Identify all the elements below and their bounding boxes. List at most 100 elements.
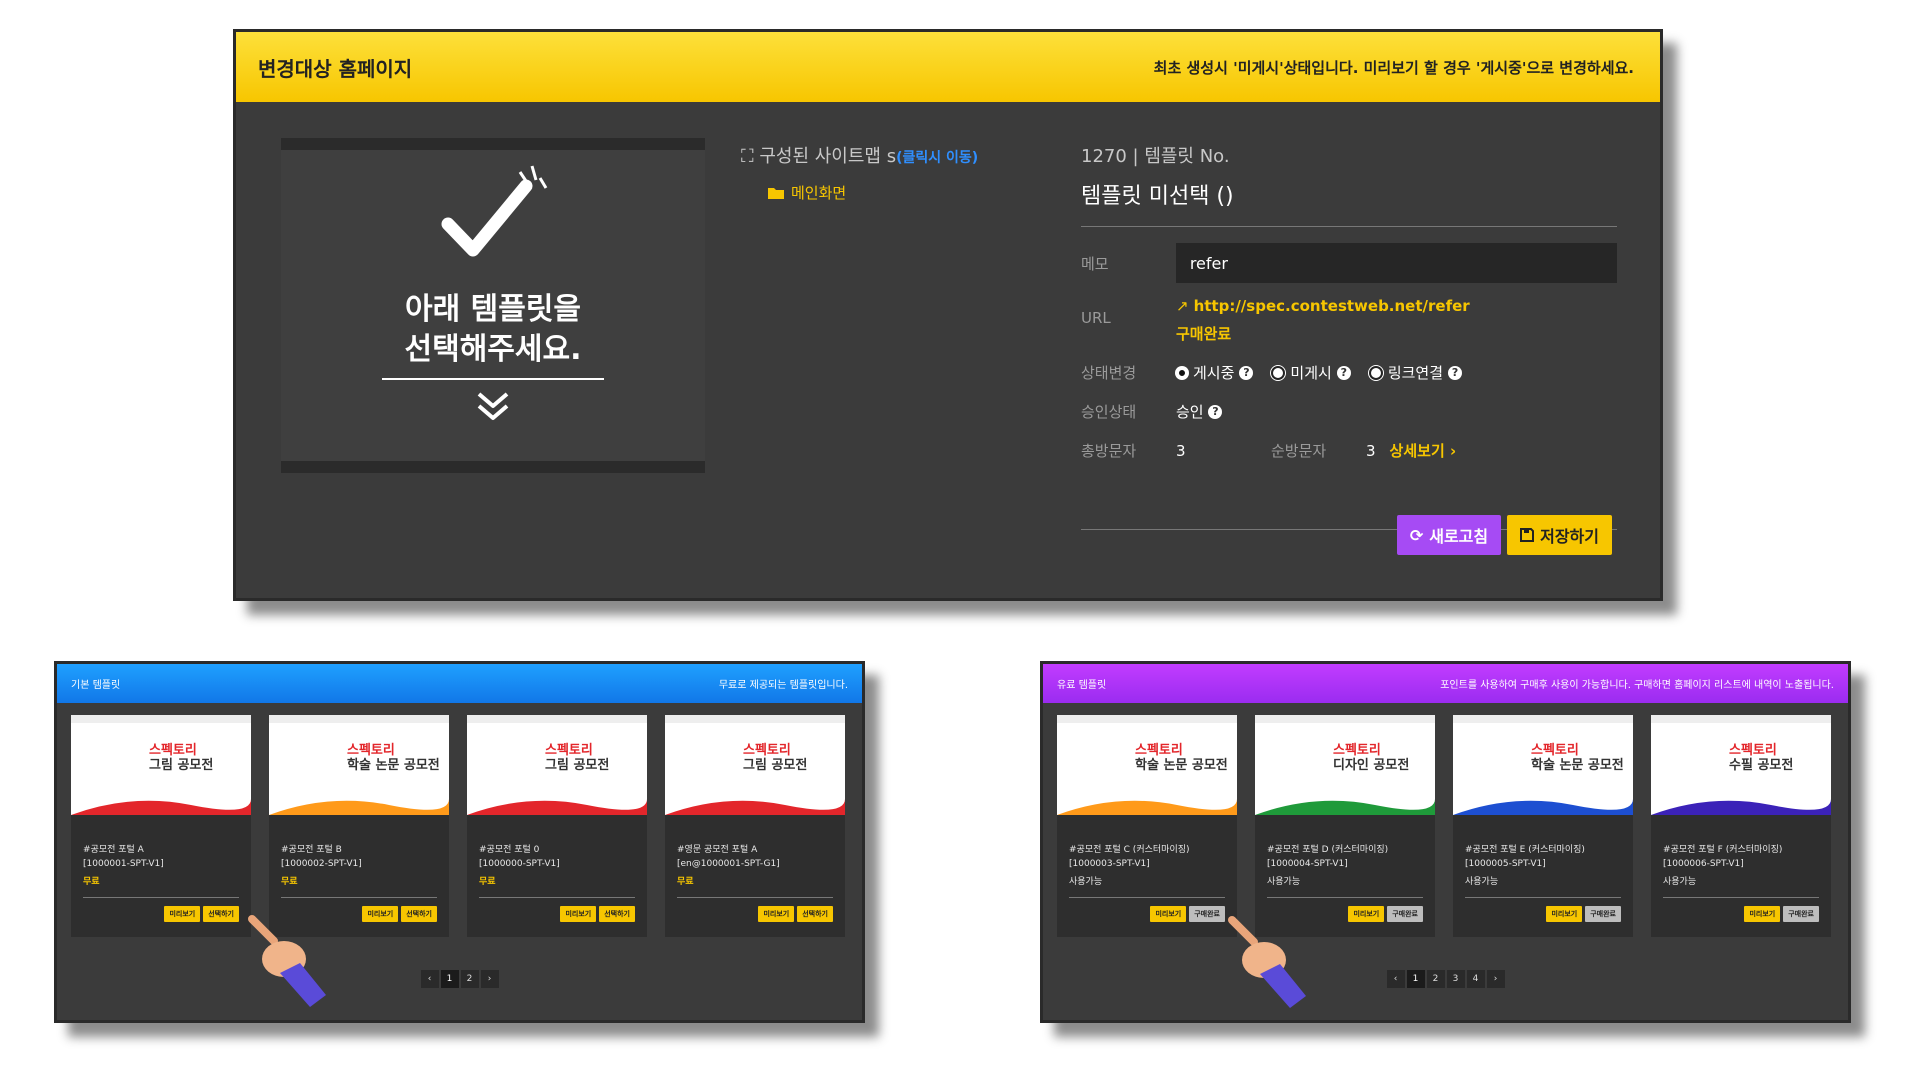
template-preview: 아래 템플릿을 선택해주세요. <box>281 138 705 473</box>
page-button[interactable]: 4 <box>1466 970 1485 988</box>
memo-input[interactable] <box>1175 243 1617 283</box>
purchase-status: 구매완료 <box>1176 325 1232 343</box>
thumb-slogan-brand: 스펙토리 <box>1729 743 1777 758</box>
card-actions: 미리보기 구매완료 <box>1651 898 1831 922</box>
url-row: URL ↗ http://spec.contestweb.net/refer 구… <box>1081 297 1617 344</box>
card-code: [1000006-SPT-V1] <box>1663 859 1744 869</box>
card-price: 사용가능 <box>1267 877 1301 887</box>
paid-header: 유료 템플릿 포인트를 사용하여 구매후 사용이 가능합니다. 구매하면 홈페이… <box>1043 664 1848 703</box>
radio-label: 게시중 <box>1193 364 1235 382</box>
card-actions: 미리보기 구매완료 <box>1057 898 1237 922</box>
select-button[interactable]: 선택하기 <box>797 906 833 922</box>
chevron-left-icon[interactable]: ‹ <box>420 970 439 988</box>
panel-header: 변경대상 홈페이지 최초 생성시 '미게시'상태입니다. 미리보기 할 경우 '… <box>236 32 1660 102</box>
thumb-slogan-brand: 스펙토리 <box>743 743 791 758</box>
preview-button[interactable]: 미리보기 <box>758 906 795 922</box>
select-button[interactable]: 선택하기 <box>401 906 437 922</box>
preview-button[interactable]: 미리보기 <box>362 906 399 922</box>
page-button[interactable]: 1 <box>1406 970 1425 988</box>
unique-visitors: 3 <box>1366 441 1376 460</box>
total-visitors-label: 총방문자 <box>1081 442 1137 460</box>
chevron-left-icon[interactable]: ‹ <box>1386 970 1405 988</box>
thumb-slogan-brand: 스펙토리 <box>1531 743 1579 758</box>
thumb-wave <box>71 799 251 815</box>
thumb-slogan-brand: 스펙토리 <box>149 743 197 758</box>
card-name: #영문 공모전 포털 A <box>677 845 758 855</box>
preview-button[interactable]: 미리보기 <box>1546 906 1583 922</box>
chevron-right-icon[interactable]: › <box>1486 970 1505 988</box>
page-button[interactable]: 1 <box>440 970 459 988</box>
thumb-slogan-title: 그림 공모전 <box>149 758 214 773</box>
template-thumbnail[interactable]: 스펙토리 수필 공모전 <box>1651 715 1831 815</box>
paid-card-list: 스펙토리 학술 논문 공모전 #공모전 포털 C (커스터마이징) [1000003-… <box>1043 703 1848 937</box>
chevron-right-icon[interactable]: › <box>480 970 499 988</box>
thumb-nav <box>1651 715 1831 723</box>
sitemap: ⛶ 구성된 사이트맵 s(클릭시 이동) 메인화면 <box>741 142 978 203</box>
thumb-slogan-title: 학술 논문 공모전 <box>1531 758 1624 773</box>
thumb-slogan-title: 수필 공모전 <box>1729 758 1794 773</box>
preview-button[interactable]: 미리보기 <box>560 906 597 922</box>
radio-button[interactable] <box>1176 366 1188 379</box>
template-thumbnail[interactable]: 스펙토리 디자인 공모전 <box>1255 715 1435 815</box>
purchase-button[interactable]: 구매완료 <box>1387 906 1423 922</box>
card-actions: 미리보기 선택하기 <box>71 898 251 922</box>
template-thumbnail[interactable]: 스펙토리 학술 논문 공모전 <box>1057 715 1237 815</box>
action-buttons: ⟳ 새로고침 저장하기 <box>1396 515 1612 555</box>
paid-templates-panel: 유료 템플릿 포인트를 사용하여 구매후 사용이 가능합니다. 구매하면 홈페이… <box>1040 661 1851 1023</box>
approval-value: 승인 <box>1176 403 1204 421</box>
detail-link[interactable]: 상세보기 › <box>1390 440 1457 461</box>
radio-button[interactable] <box>1271 365 1286 380</box>
thumb-wave <box>1453 799 1633 815</box>
purchase-button[interactable]: 구매완료 <box>1189 906 1225 922</box>
paid-note: 포인트를 사용하여 구매후 사용이 가능합니다. 구매하면 홈페이지 리스트에 … <box>1440 680 1834 691</box>
card-actions: 미리보기 구매완료 <box>1453 898 1633 922</box>
help-icon[interactable]: ? <box>1208 404 1223 419</box>
thumb-wave <box>1255 799 1435 815</box>
panel-title: 변경대상 홈페이지 <box>258 56 413 81</box>
template-thumbnail[interactable]: 스펙토리 그림 공모전 <box>665 715 845 815</box>
preview-button[interactable]: 미리보기 <box>1150 906 1187 922</box>
purchase-button[interactable]: 구매완료 <box>1783 906 1819 922</box>
preview-button[interactable]: 미리보기 <box>1348 906 1385 922</box>
save-button[interactable]: 저장하기 <box>1507 515 1612 555</box>
external-link-icon: ↗ <box>1176 297 1189 315</box>
help-icon[interactable]: ? <box>1448 365 1463 380</box>
page-button[interactable]: 2 <box>460 970 479 988</box>
sitemap-item-main[interactable]: 메인화면 <box>767 182 978 203</box>
template-thumbnail[interactable]: 스펙토리 그림 공모전 <box>71 715 251 815</box>
template-name: 템플릿 미선택 () <box>1081 178 1617 227</box>
template-card: 스펙토리 학술 논문 공모전 #공모전 포털 C (커스터마이징) [1000003-… <box>1057 715 1237 937</box>
sitemap-link[interactable]: (클릭시 이동) <box>896 150 978 166</box>
card-meta: #공모전 포털 F (커스터마이징) [1000006-SPT-V1] 사용가능 <box>1651 815 1831 889</box>
select-button[interactable]: 선택하기 <box>599 906 635 922</box>
card-code: [1000001-SPT-V1] <box>83 859 164 869</box>
thumb-slogan: 스펙토리 학술 논문 공모전 <box>1531 743 1624 773</box>
template-card: 스펙토리 그림 공모전 #영문 공모전 포털 A [en@1000001-SPT-G1… <box>665 715 845 937</box>
url-link[interactable]: http://spec.contestweb.net/refer <box>1194 297 1470 315</box>
card-meta: #공모전 포털 0 [1000000-SPT-V1] 무료 <box>467 815 647 889</box>
radio-button[interactable] <box>1368 365 1383 380</box>
card-meta: #공모전 포털 B [1000002-SPT-V1] 무료 <box>269 815 449 889</box>
template-thumbnail[interactable]: 스펙토리 그림 공모전 <box>467 715 647 815</box>
status-label: 상태변경 <box>1081 364 1137 382</box>
help-icon[interactable]: ? <box>1336 365 1351 380</box>
template-thumbnail[interactable]: 스펙토리 학술 논문 공모전 <box>1453 715 1633 815</box>
radio-published[interactable]: 게시중? <box>1176 362 1254 383</box>
refresh-button[interactable]: ⟳ 새로고침 <box>1396 515 1502 555</box>
help-icon[interactable]: ? <box>1239 365 1254 380</box>
select-button[interactable]: 선택하기 <box>203 906 239 922</box>
card-price: 사용가능 <box>1465 877 1499 887</box>
preview-button[interactable]: 미리보기 <box>164 906 201 922</box>
thumb-slogan-brand: 스펙토리 <box>1135 743 1183 758</box>
template-card: 스펙토리 학술 논문 공모전 #공모전 포털 E (커스터마이징) [1000005-… <box>1453 715 1633 937</box>
radio-link[interactable]: 링크연결? <box>1368 362 1463 383</box>
page-button[interactable]: 3 <box>1446 970 1465 988</box>
page-button[interactable]: 2 <box>1426 970 1445 988</box>
template-thumbnail[interactable]: 스펙토리 학술 논문 공모전 <box>269 715 449 815</box>
save-button-label: 저장하기 <box>1540 527 1599 546</box>
card-name: #공모전 포털 0 <box>479 845 540 855</box>
radio-unpublished[interactable]: 미게시? <box>1271 362 1351 383</box>
basic-pagination: ‹ 1 2 › <box>57 970 862 988</box>
preview-button[interactable]: 미리보기 <box>1744 906 1781 922</box>
purchase-button[interactable]: 구매완료 <box>1585 906 1621 922</box>
